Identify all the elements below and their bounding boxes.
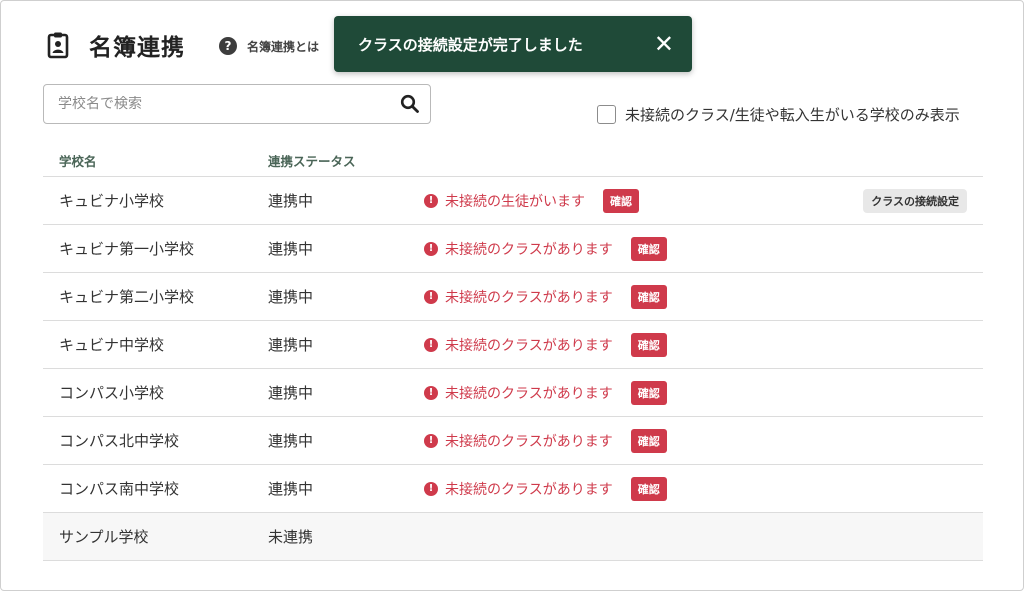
close-icon[interactable]: ✕ — [654, 32, 674, 56]
filter-checkbox[interactable] — [597, 105, 616, 124]
warning-text: 未接続のクラスがあります — [445, 385, 613, 402]
exclamation-circle-icon: ! — [424, 433, 438, 448]
link-status: 連携中 — [268, 480, 314, 498]
table-row: コンパス北中学校 連携中 ! 未接続のクラスがあります 確認 — [43, 417, 983, 465]
filter-option[interactable]: 未接続のクラス/生徒や転入生がいる学校のみ表示 — [597, 104, 960, 125]
search-input[interactable] — [58, 96, 400, 112]
warning: ! 未接続のクラスがあります — [424, 335, 613, 355]
confirm-button[interactable]: 確認 — [630, 236, 667, 261]
warning-text: 未接続のクラスがあります — [445, 481, 613, 498]
search-icon[interactable] — [400, 94, 420, 114]
link-status: 連携中 — [268, 240, 314, 258]
warning-text: 未接続のクラスがあります — [445, 289, 613, 306]
warning: ! 未接続のクラスがあります — [424, 479, 613, 499]
search-box — [43, 84, 431, 124]
school-name: キュビナ第一小学校 — [59, 240, 195, 258]
link-status: 連携中 — [268, 384, 314, 402]
warning-text: 未接続のクラスがあります — [445, 337, 613, 354]
table-row: サンプル学校 未連携 — [43, 513, 983, 561]
warning: ! 未接続のクラスがあります — [424, 239, 613, 259]
warning-text: 未接続のクラスがあります — [445, 241, 613, 258]
school-name: キュビナ中学校 — [59, 336, 165, 354]
link-status: 連携中 — [268, 288, 314, 306]
exclamation-circle-icon: ! — [424, 289, 438, 304]
page-title: 名簿連携 — [89, 35, 185, 61]
link-status: 連携中 — [268, 336, 314, 354]
link-status: 連携中 — [268, 192, 314, 210]
confirm-button[interactable]: 確認 — [630, 332, 667, 357]
school-name: キュビナ小学校 — [59, 192, 165, 210]
link-status: 未連携 — [268, 528, 314, 546]
school-name: コンパス北中学校 — [59, 432, 180, 450]
school-name: コンパス小学校 — [59, 384, 165, 402]
school-name: コンパス南中学校 — [59, 480, 180, 498]
toast-message: クラスの接続設定が完了しました — [358, 35, 583, 54]
warning: ! 未接続の生徒がいます — [424, 191, 585, 211]
app-window: 名簿連携 ? 名簿連携とは クラスの接続設定が完了しました ✕ 未接続のクラス/… — [0, 0, 1024, 591]
table-row: キュビナ小学校 連携中 ! 未接続の生徒がいます 確認 クラスの接続設定 — [43, 177, 983, 225]
table-row: コンパス小学校 連携中 ! 未接続のクラスがあります 確認 — [43, 369, 983, 417]
school-name: キュビナ第二小学校 — [59, 288, 195, 306]
warning-text: 未接続のクラスがあります — [445, 433, 613, 450]
warning: ! 未接続のクラスがあります — [424, 383, 613, 403]
table-row: キュビナ第二小学校 連携中 ! 未接続のクラスがあります 確認 — [43, 273, 983, 321]
exclamation-circle-icon: ! — [424, 193, 438, 208]
exclamation-circle-icon: ! — [424, 241, 438, 256]
column-header-school: 学校名 — [59, 154, 97, 169]
class-settings-button[interactable]: クラスの接続設定 — [863, 188, 967, 213]
filter-label: 未接続のクラス/生徒や転入生がいる学校のみ表示 — [625, 106, 960, 124]
warning: ! 未接続のクラスがあります — [424, 431, 613, 451]
help-text: 名簿連携とは — [247, 39, 320, 54]
warning-text: 未接続の生徒がいます — [445, 193, 585, 210]
question-circle-icon: ? — [219, 37, 237, 55]
link-status: 連携中 — [268, 432, 314, 450]
clipboard-user-icon — [47, 32, 69, 59]
help-link[interactable]: ? 名簿連携とは — [219, 37, 319, 55]
exclamation-circle-icon: ! — [424, 337, 438, 352]
confirm-button[interactable]: 確認 — [630, 380, 667, 405]
column-header-status: 連携ステータス — [268, 154, 356, 169]
exclamation-circle-icon: ! — [424, 481, 438, 496]
page-header: 名簿連携 ? 名簿連携とは — [47, 29, 319, 61]
confirm-button[interactable]: 確認 — [630, 428, 667, 453]
confirm-button[interactable]: 確認 — [603, 188, 639, 213]
school-name: サンプル学校 — [59, 528, 149, 546]
school-table: 学校名 連携ステータス キュビナ小学校 連携中 ! 未接続の生徒がいます 確認 … — [43, 151, 983, 561]
table-row: キュビナ第一小学校 連携中 ! 未接続のクラスがあります 確認 — [43, 225, 983, 273]
warning: ! 未接続のクラスがあります — [424, 287, 613, 307]
table-row: キュビナ中学校 連携中 ! 未接続のクラスがあります 確認 — [43, 321, 983, 369]
confirm-button[interactable]: 確認 — [630, 284, 667, 309]
table-row: コンパス南中学校 連携中 ! 未接続のクラスがあります 確認 — [43, 465, 983, 513]
confirm-button[interactable]: 確認 — [630, 476, 667, 501]
success-toast: クラスの接続設定が完了しました ✕ — [334, 16, 692, 72]
exclamation-circle-icon: ! — [424, 385, 438, 400]
table-header: 学校名 連携ステータス — [43, 151, 983, 177]
